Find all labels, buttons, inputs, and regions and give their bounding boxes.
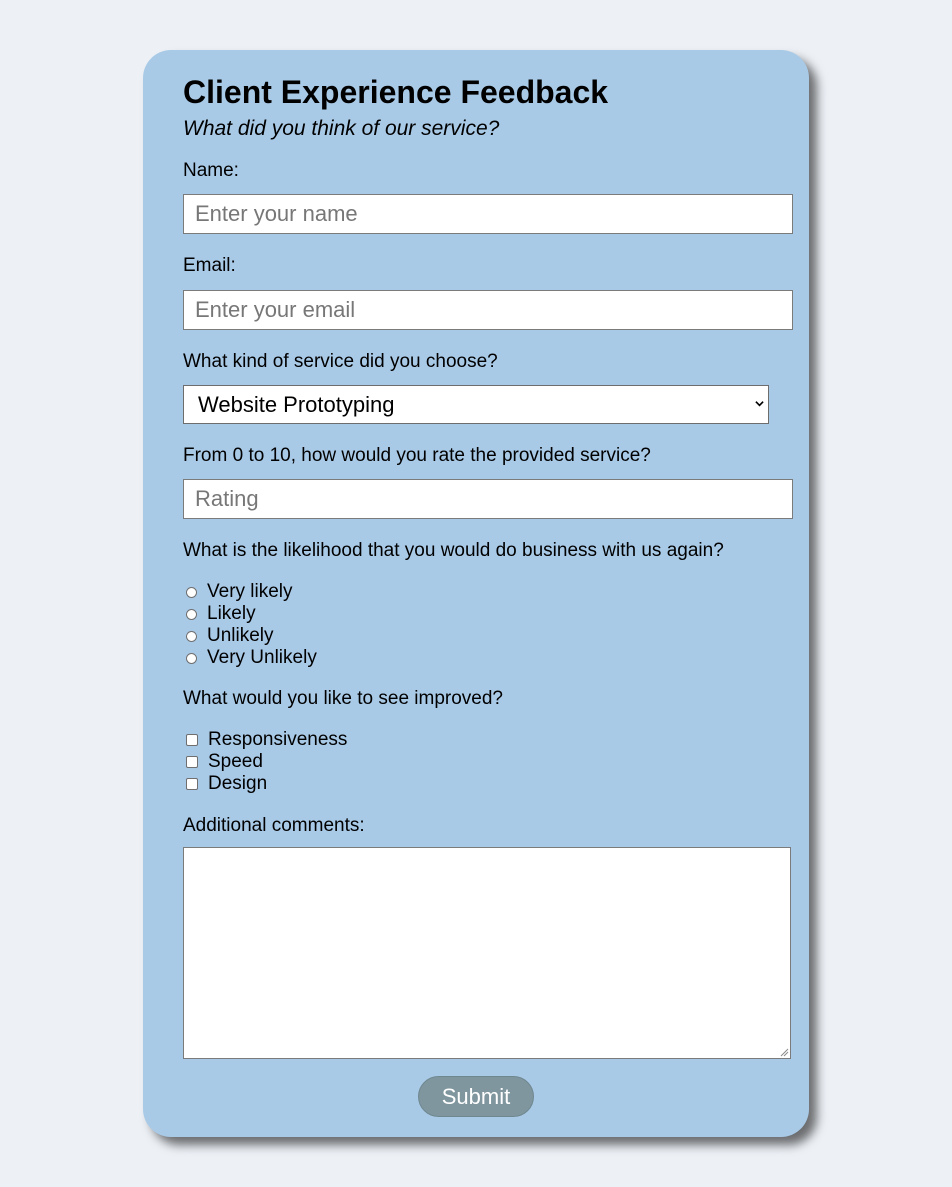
likelihood-option-label: Very Unlikely: [207, 647, 317, 668]
chevron-down-icon: [755, 401, 764, 407]
likelihood-label: What is the likelihood that you would do…: [183, 540, 724, 561]
checkbox[interactable]: [186, 778, 198, 790]
comments-label: Additional comments:: [183, 815, 365, 836]
likelihood-option-label: Unlikely: [207, 625, 274, 646]
improve-option-label: Design: [208, 773, 268, 794]
feedback-form-card: Client Experience Feedback What did you …: [143, 50, 809, 1137]
radio-button[interactable]: [186, 630, 197, 642]
email-input[interactable]: [183, 290, 793, 330]
name-label: Name:: [183, 160, 239, 181]
comments-textarea[interactable]: [183, 847, 791, 1059]
likelihood-option-label: Likely: [207, 603, 256, 624]
radio-button[interactable]: [186, 586, 197, 598]
service-select[interactable]: Website Prototyping: [183, 385, 769, 424]
improve-label: What would you like to see improved?: [183, 688, 503, 709]
likelihood-option-very-unlikely[interactable]: Very Unlikely: [186, 647, 317, 669]
form-title: Client Experience Feedback: [183, 74, 609, 110]
rating-input[interactable]: [183, 479, 793, 519]
likelihood-option-unlikely[interactable]: Unlikely: [186, 625, 274, 647]
rating-label: From 0 to 10, how would you rate the pro…: [183, 445, 651, 466]
improve-option-responsiveness[interactable]: Responsiveness: [186, 729, 347, 751]
improve-option-design[interactable]: Design: [186, 773, 267, 795]
checkbox[interactable]: [186, 734, 198, 746]
likelihood-option-very-likely[interactable]: Very likely: [186, 581, 293, 603]
likelihood-option-label: Very likely: [207, 581, 293, 602]
service-label: What kind of service did you choose?: [183, 351, 498, 372]
improve-option-label: Responsiveness: [208, 729, 348, 750]
form-subtitle: What did you think of our service?: [183, 117, 500, 140]
radio-button[interactable]: [186, 652, 197, 664]
email-label: Email:: [183, 255, 236, 276]
radio-button[interactable]: [186, 608, 197, 620]
likelihood-option-likely[interactable]: Likely: [186, 603, 256, 625]
submit-button[interactable]: Submit: [418, 1076, 534, 1117]
checkbox[interactable]: [186, 756, 198, 768]
improve-option-speed[interactable]: Speed: [186, 751, 263, 773]
name-input[interactable]: [183, 194, 793, 234]
resize-grip-icon[interactable]: [779, 1047, 789, 1057]
improve-option-label: Speed: [208, 751, 263, 772]
service-select-value: Website Prototyping: [198, 391, 395, 417]
